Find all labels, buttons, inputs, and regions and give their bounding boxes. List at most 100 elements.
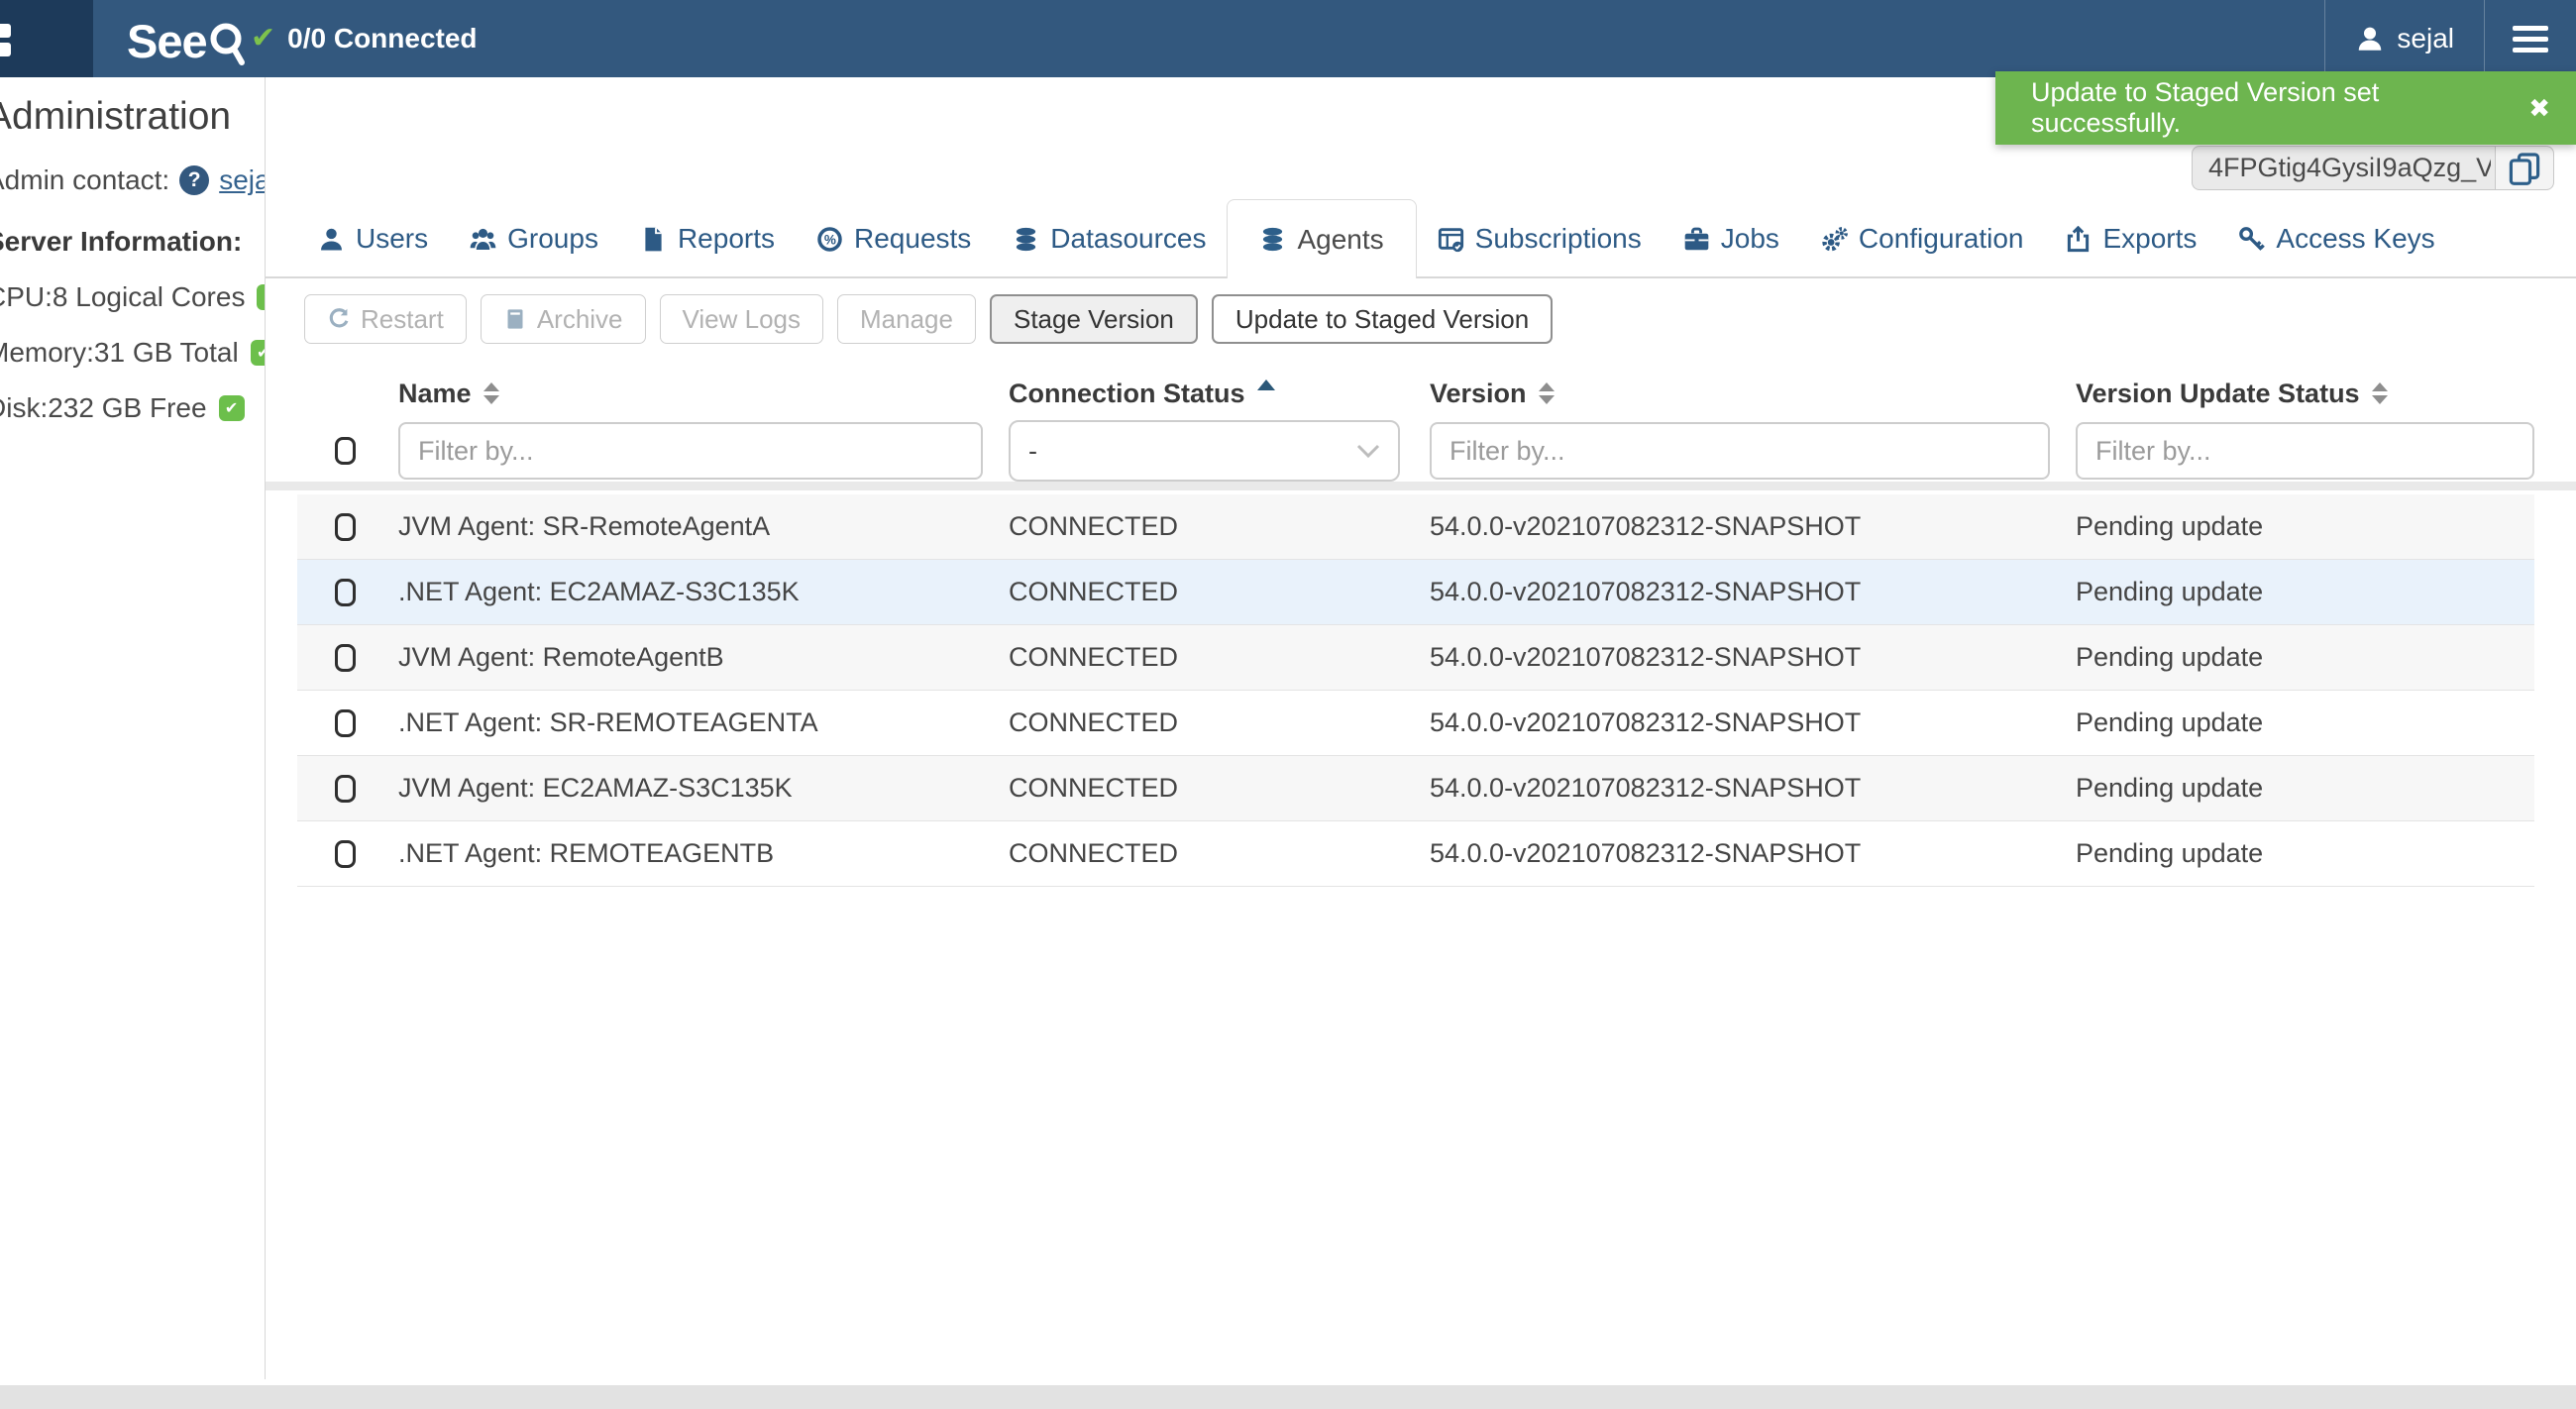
table-row[interactable]: JVM Agent: SR-RemoteAgentACONNECTED54.0.… (297, 494, 2534, 560)
cell-version: 54.0.0-v202107082312-SNAPSHOT (1430, 773, 2076, 804)
tab-datasources[interactable]: Datasources (992, 199, 1227, 278)
column-header-name[interactable]: Name (398, 379, 1009, 409)
cell-name: .NET Agent: REMOTEAGENTB (398, 838, 1009, 869)
cell-connection-status: CONNECTED (1009, 577, 1430, 607)
tab-requests[interactable]: %Requests (796, 199, 992, 278)
seeq-logo-text: See (127, 14, 207, 68)
cell-name: JVM Agent: RemoteAgentB (398, 642, 1009, 673)
apps-grid-icon (0, 24, 11, 61)
cell-version-update-status: Pending update (2076, 773, 2534, 804)
row-checkbox[interactable] (335, 840, 356, 868)
access-key-control (2192, 146, 2554, 190)
button-label: View Logs (683, 304, 802, 335)
table-row[interactable]: .NET Agent: EC2AMAZ-S3C135KCONNECTED54.0… (297, 560, 2534, 625)
server-stats-list: CPU:8 Logical Cores✔Memory:31 GB Total✔D… (0, 281, 265, 424)
tab-label: Datasources (1050, 223, 1206, 255)
user-icon (2355, 24, 2385, 54)
select-all-checkbox[interactable] (335, 437, 356, 465)
cell-name: .NET Agent: SR-REMOTEAGENTA (398, 707, 1009, 738)
table-filter-row: - (297, 420, 2534, 482)
tab-jobs[interactable]: Jobs (1663, 199, 1800, 278)
database-icon (1013, 226, 1039, 253)
cell-name: JVM Agent: EC2AMAZ-S3C135K (398, 773, 1009, 804)
tab-exports[interactable]: Exports (2044, 199, 2217, 278)
tab-subscriptions[interactable]: Subscriptions (1417, 199, 1663, 278)
users-icon (470, 226, 496, 253)
tab-configuration[interactable]: Configuration (1800, 199, 2045, 278)
cell-version: 54.0.0-v202107082312-SNAPSHOT (1430, 642, 2076, 673)
cell-version: 54.0.0-v202107082312-SNAPSHOT (1430, 838, 2076, 869)
cell-version-update-status: Pending update (2076, 642, 2534, 673)
gears-icon (1821, 226, 1848, 253)
archive-icon (503, 307, 527, 331)
copy-access-key-button[interactable] (2495, 146, 2554, 190)
column-header-version[interactable]: Version (1430, 379, 2076, 409)
table-header-separator (266, 482, 2576, 490)
user-menu[interactable]: sejal (2325, 0, 2484, 77)
hamburger-menu-button[interactable] (2485, 0, 2576, 77)
cell-version: 54.0.0-v202107082312-SNAPSHOT (1430, 707, 2076, 738)
button-label: Restart (361, 304, 444, 335)
table-row[interactable]: .NET Agent: SR-REMOTEAGENTACONNECTED54.0… (297, 691, 2534, 756)
horizontal-scrollbar[interactable] (0, 1385, 2576, 1409)
tab-users[interactable]: Users (297, 199, 449, 278)
table-body: JVM Agent: SR-RemoteAgentACONNECTED54.0.… (297, 494, 2534, 887)
archive-button[interactable]: Archive (481, 294, 646, 344)
username: sejal (2397, 23, 2454, 54)
sort-icon (483, 382, 499, 404)
cell-version: 54.0.0-v202107082312-SNAPSHOT (1430, 511, 2076, 542)
server-stat-disk: Disk:232 GB Free ✔ (0, 392, 265, 424)
tab-label: Reports (678, 223, 775, 255)
status-ok-icon: ✔ (219, 395, 245, 421)
navbar-right: sejal (2324, 0, 2576, 77)
version-filter-input[interactable] (1430, 422, 2050, 480)
cell-version: 54.0.0-v202107082312-SNAPSHOT (1430, 577, 2076, 607)
row-checkbox[interactable] (335, 775, 356, 803)
manage-button[interactable]: Manage (837, 294, 976, 344)
table-row[interactable]: JVM Agent: EC2AMAZ-S3C135KCONNECTED54.0.… (297, 756, 2534, 821)
tab-access-keys[interactable]: Access Keys (2217, 199, 2455, 278)
row-checkbox[interactable] (335, 644, 356, 672)
cell-name: .NET Agent: EC2AMAZ-S3C135K (398, 577, 1009, 607)
help-question-icon[interactable]: ? (179, 165, 209, 195)
tab-reports[interactable]: Reports (619, 199, 796, 278)
column-header-connection-status[interactable]: Connection Status (1009, 379, 1430, 409)
report-icon (640, 226, 667, 253)
tab-label: Access Keys (2276, 223, 2434, 255)
update-to-staged-version-button[interactable]: Update to Staged Version (1212, 294, 1553, 344)
svg-text:%: % (824, 232, 836, 247)
row-checkbox[interactable] (335, 579, 356, 606)
stat-label: Disk: (0, 392, 48, 424)
seeq-logo[interactable]: See (127, 14, 249, 68)
stage-version-button[interactable]: Stage Version (990, 294, 1198, 344)
top-navbar: See ✔ 0/0 Connected sejal (0, 0, 2576, 77)
name-filter-input[interactable] (398, 422, 983, 480)
app-switcher-button[interactable] (0, 0, 93, 77)
tab-label: Users (356, 223, 428, 255)
column-header-version-update-status[interactable]: Version Update Status (2076, 379, 2534, 409)
restart-button[interactable]: Restart (304, 294, 467, 344)
version-update-status-filter-input[interactable] (2076, 422, 2534, 480)
stat-value: 31 GB Total (94, 337, 239, 369)
cell-connection-status: CONNECTED (1009, 838, 1430, 869)
row-checkbox[interactable] (335, 513, 356, 541)
connection-status-text: 0/0 Connected (287, 23, 477, 54)
access-key-input[interactable] (2192, 146, 2495, 190)
user-icon (318, 226, 345, 253)
stat-value: 232 GB Free (48, 392, 206, 424)
table-row[interactable]: .NET Agent: REMOTEAGENTBCONNECTED54.0.0-… (297, 821, 2534, 887)
cell-version-update-status: Pending update (2076, 577, 2534, 607)
view-logs-button[interactable]: View Logs (660, 294, 824, 344)
connection-status-filter-select[interactable]: - (1009, 420, 1400, 482)
tab-label: Configuration (1859, 223, 2024, 255)
table-header-row: NameConnection StatusVersionVersion Upda… (297, 371, 2534, 416)
tab-groups[interactable]: Groups (449, 199, 619, 278)
admin-contact-link[interactable]: sejal raval (219, 164, 265, 196)
row-checkbox[interactable] (335, 709, 356, 737)
admin-sidebar: Administration Admin contact: ? sejal ra… (0, 77, 265, 1379)
gauge-icon: % (816, 226, 843, 253)
button-label: Manage (860, 304, 953, 335)
table-row[interactable]: JVM Agent: RemoteAgentBCONNECTED54.0.0-v… (297, 625, 2534, 691)
toast-close-button[interactable]: ✖ (2503, 93, 2576, 124)
tab-agents[interactable]: Agents (1227, 199, 1416, 278)
